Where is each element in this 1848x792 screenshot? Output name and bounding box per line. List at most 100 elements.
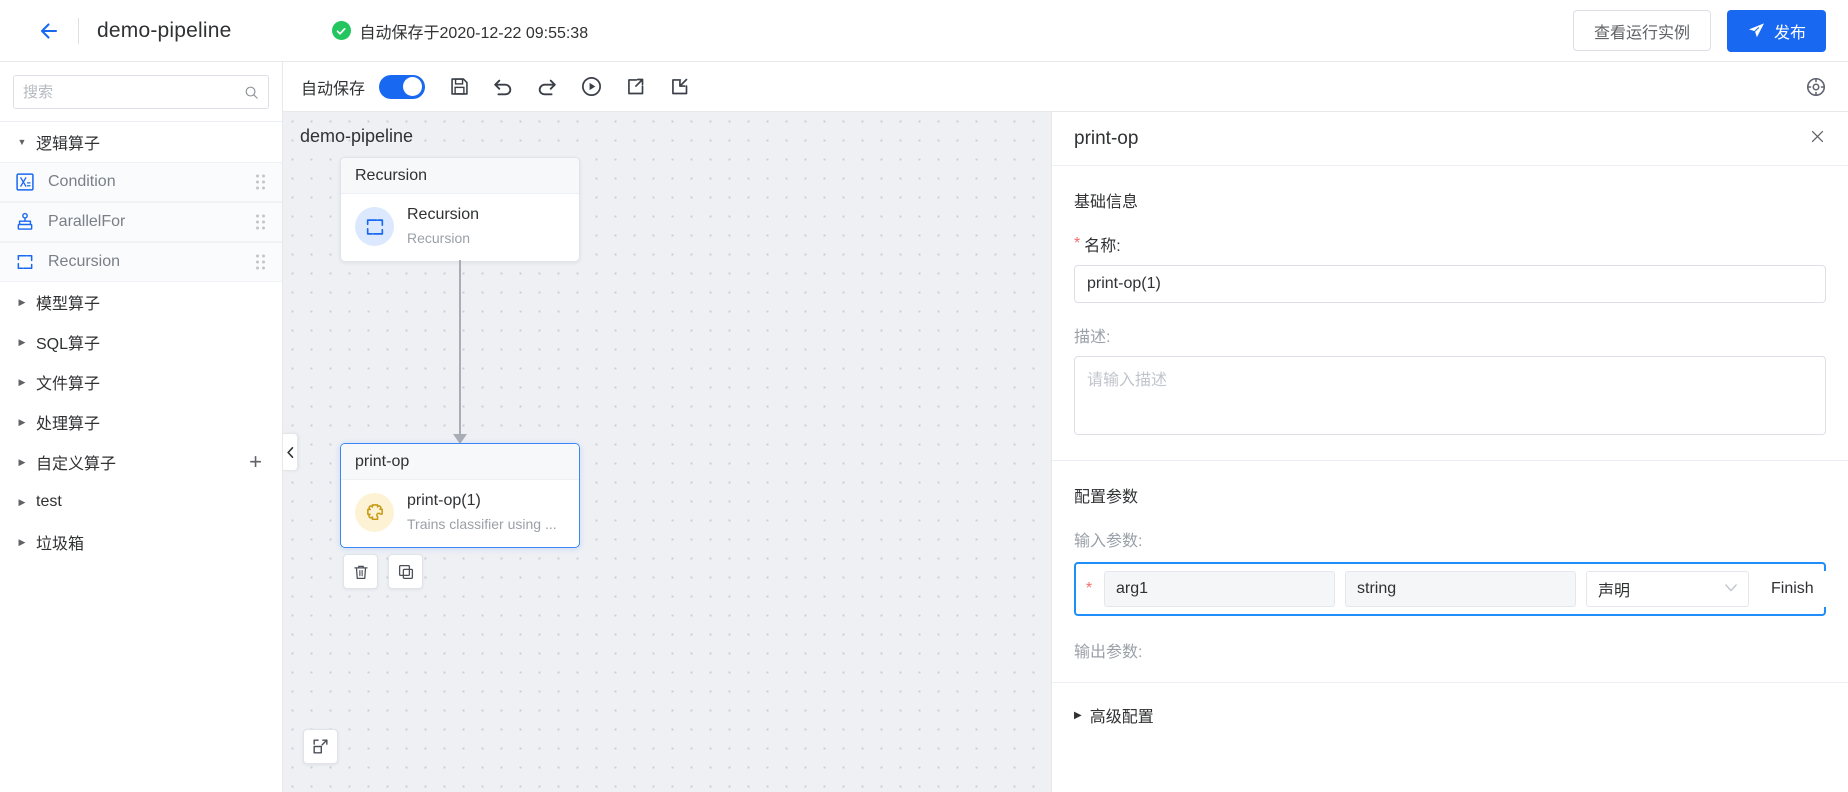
fit-screen-button[interactable]: [303, 729, 338, 764]
sidebar-item-condition[interactable]: Condition: [0, 162, 282, 202]
settings-icon: [1806, 77, 1826, 96]
sidebar-group-logic[interactable]: ▼ 逻辑算子: [0, 122, 282, 162]
caret-right-icon: ▶: [18, 496, 26, 507]
sidebar-item-parallelfor[interactable]: ParallelFor: [0, 202, 282, 242]
param-value-input[interactable]: [1759, 571, 1848, 607]
param-mode-value: 声明: [1598, 583, 1631, 600]
node-body: print-op(1) Trains classifier using ...: [341, 480, 579, 547]
sidebar-item-recursion[interactable]: Recursion: [0, 242, 282, 282]
drag-handle[interactable]: [256, 174, 265, 190]
node-description: Trains classifier using ...: [407, 515, 557, 532]
toolbar-icon-group: [447, 75, 691, 99]
sidebar-group-trash[interactable]: ▶ 垃圾箱: [0, 522, 282, 562]
sidebar-item-label: Recursion: [48, 253, 121, 270]
advanced-config-label: 高级配置: [1089, 709, 1154, 726]
param-mode-select[interactable]: 声明: [1586, 571, 1749, 607]
caret-right-icon: ▶: [18, 416, 26, 427]
sidebar-group-label: 处理算子: [36, 416, 101, 433]
header-actions: 查看运行实例 发布: [1572, 9, 1826, 52]
drag-handle[interactable]: [256, 214, 265, 230]
app-root: demo-pipeline 自动保存于2020-12-22 09:55:38 查…: [0, 0, 1848, 792]
sidebar-group-label: 模型算子: [36, 296, 101, 313]
export-button[interactable]: [623, 75, 647, 99]
chevron-down-icon: [1725, 583, 1737, 595]
trash-icon: [353, 565, 368, 579]
autosave-status-text: 自动保存于2020-12-22 09:55:38: [359, 24, 589, 42]
publish-button[interactable]: 发布: [1726, 9, 1826, 52]
config-params-title: 配置参数: [1074, 489, 1139, 506]
import-icon: [671, 78, 687, 95]
work-area: 自动保存 demo-pipeline Recursion Recursion R…: [283, 62, 1848, 792]
canvas-toolbar: 自动保存: [283, 62, 1848, 112]
collapse-sidebar-button[interactable]: [283, 433, 298, 471]
sidebar-group-sql[interactable]: ▶ SQL算子: [0, 322, 282, 362]
recursion-icon: [355, 207, 394, 247]
autosave-toggle-label: 自动保存: [301, 80, 366, 98]
description-field-label: 描述:: [1074, 329, 1111, 346]
pipeline-canvas[interactable]: demo-pipeline Recursion Recursion Recurs…: [283, 112, 1051, 792]
node-body: Recursion Recursion: [341, 194, 579, 261]
drag-handle[interactable]: [256, 254, 265, 270]
name-label-text: 名称:: [1084, 238, 1121, 255]
node-description: Recursion: [407, 229, 471, 246]
caret-down-icon: ▼: [17, 137, 27, 147]
export-icon: [627, 78, 643, 95]
description-textarea[interactable]: [1074, 356, 1826, 435]
input-param-row[interactable]: * 声明: [1074, 562, 1848, 616]
canvas-title: demo-pipeline: [300, 126, 414, 146]
save-button[interactable]: [447, 75, 471, 99]
node-header: Recursion: [341, 158, 579, 194]
search-input[interactable]: [23, 83, 244, 101]
config-params-section: 配置参数 输入参数: * 声明: [1052, 461, 1848, 683]
panel-title: print-op: [1074, 127, 1139, 149]
advanced-config-toggle[interactable]: ▶ 高级配置: [1052, 683, 1848, 747]
header-divider: [78, 17, 79, 44]
caret-right-icon: ▶: [18, 456, 26, 467]
copy-node-button[interactable]: [388, 554, 423, 589]
edge-connector: [459, 260, 461, 436]
output-params-label: 输出参数:: [1074, 644, 1143, 661]
sidebar-group-label: 自定义算子: [36, 456, 117, 473]
undo-button[interactable]: [491, 75, 515, 99]
redo-button[interactable]: [535, 75, 559, 99]
node-name: print-op(1): [407, 492, 481, 509]
autosave-toggle[interactable]: [379, 74, 426, 99]
run-button[interactable]: [579, 75, 603, 99]
sidebar-group-file[interactable]: ▶ 文件算子: [0, 362, 282, 402]
param-name-input[interactable]: [1104, 571, 1335, 607]
import-button[interactable]: [667, 75, 691, 99]
delete-node-button[interactable]: [343, 554, 378, 589]
sidebar-group-label: SQL算子: [36, 336, 101, 353]
name-input[interactable]: [1074, 265, 1826, 303]
input-params-label: 输入参数:: [1074, 533, 1143, 550]
search-box[interactable]: [13, 75, 269, 109]
sidebar-group-label: 文件算子: [36, 376, 101, 393]
sidebar-group-label: test: [36, 493, 62, 510]
sidebar-group-custom[interactable]: ▶ 自定义算子 +: [0, 442, 282, 482]
required-marker: *: [1074, 235, 1081, 252]
canvas-and-panel: demo-pipeline Recursion Recursion Recurs…: [283, 112, 1848, 792]
close-panel-button[interactable]: [1809, 128, 1826, 149]
fit-screen-icon: [313, 739, 328, 754]
publish-button-label: 发布: [1773, 24, 1806, 42]
caret-right-icon: ▶: [18, 376, 26, 387]
sidebar-group-model[interactable]: ▶ 模型算子: [0, 282, 282, 322]
sidebar-item-label: ParallelFor: [48, 213, 126, 230]
condition-icon: [14, 171, 36, 193]
sidebar-group-process[interactable]: ▶ 处理算子: [0, 402, 282, 442]
canvas-node-recursion[interactable]: Recursion Recursion Recursion: [340, 157, 580, 263]
check-circle-icon: [331, 21, 351, 40]
save-icon: [450, 78, 468, 95]
properties-panel: print-op 基础信息 * 名称: print-op(1) 描述: 请输入描…: [1051, 112, 1848, 792]
view-runs-button[interactable]: 查看运行实例: [1572, 10, 1711, 51]
sidebar-group-label: 垃圾箱: [36, 536, 85, 553]
add-icon[interactable]: +: [249, 451, 262, 473]
parallel-for-icon: [14, 211, 36, 233]
canvas-node-print-op[interactable]: print-op print-op(1) Trains classifier u…: [340, 443, 580, 549]
chevron-left-icon: [286, 446, 293, 458]
settings-button[interactable]: [1804, 75, 1828, 99]
caret-right-icon: ▶: [1074, 709, 1082, 721]
param-type-input[interactable]: [1345, 571, 1576, 607]
back-button[interactable]: [34, 16, 64, 46]
sidebar-group-test[interactable]: ▶ test: [0, 482, 282, 522]
